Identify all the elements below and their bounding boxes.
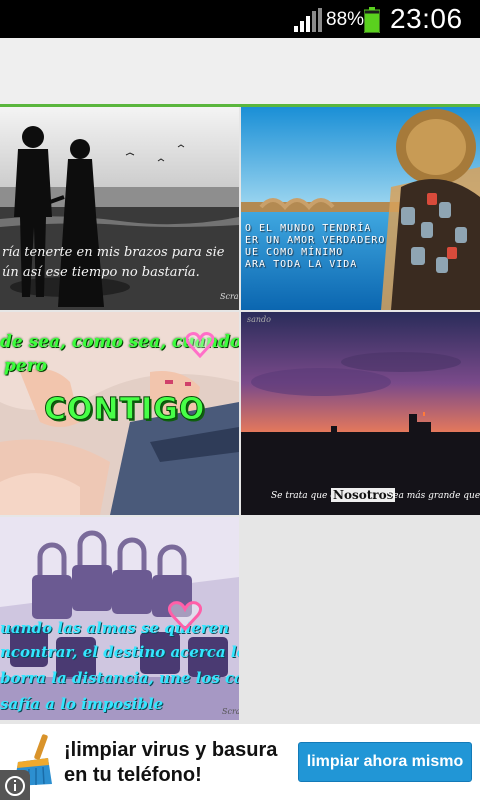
app-bar xyxy=(0,38,480,104)
battery-percent: 88% xyxy=(326,9,365,30)
tile-caption-highlight: Nosotros xyxy=(331,488,396,502)
tile-caption-line: safía a lo imposible xyxy=(0,695,164,713)
ad-headline-line: ¡limpiar virus y basura xyxy=(64,739,278,761)
gallery-tile[interactable]: O EL MUNDO TENDRÍA ER UN AMOR VERDADERO … xyxy=(241,107,480,310)
gallery-tile[interactable]: ría tenerte en mis brazos para sie ún as… xyxy=(0,107,239,310)
ad-banner[interactable]: ¡limpiar virus y basura en tu teléfono! … xyxy=(0,724,480,800)
status-bar: 88% 23:06 xyxy=(0,0,480,38)
battery-icon xyxy=(364,7,380,33)
image-grid: ría tenerte en mis brazos para sie ún as… xyxy=(0,107,480,720)
heart-icon xyxy=(168,601,202,631)
info-icon xyxy=(5,776,25,796)
tile-caption-line: pero xyxy=(4,356,47,376)
tile-caption-post: Sea más grande que el tú y xyxy=(387,491,480,501)
tile-caption-line: O EL MUNDO TENDRÍA xyxy=(245,223,372,234)
tile-caption-pre: Se trata que el xyxy=(271,491,339,501)
tile-caption-line: borra la distancia, une los caminos y xyxy=(0,669,239,687)
clean-now-button[interactable]: limpiar ahora mismo xyxy=(298,742,472,782)
tile-caption-line: ún así ese tiempo no bastaría. xyxy=(2,265,200,280)
gallery-tile[interactable]: de sea, como sea, cuando pero CONTIGO xyxy=(0,312,239,515)
tile-caption-line: ARA TODA LA VIDA xyxy=(245,259,358,270)
tile-signature: Scra xyxy=(222,707,239,716)
gallery-tile[interactable]: Se trata que el Nosotros Sea más grande … xyxy=(241,312,480,515)
tile-caption-line: UE COMO MÍNIMO xyxy=(245,247,344,258)
tile-signature: Scra xyxy=(220,292,239,301)
clock: 23:06 xyxy=(390,3,463,34)
sunset-skyline-image xyxy=(241,312,480,515)
heart-icon xyxy=(186,332,214,358)
ad-info-button[interactable] xyxy=(0,770,30,800)
tile-caption-line: ría tenerte en mis brazos para sie xyxy=(2,245,225,260)
tile-highlight-text: CONTIGO xyxy=(43,392,206,428)
tile-signature: sando xyxy=(247,315,271,324)
ad-headline: ¡limpiar virus y basura en tu teléfono! xyxy=(64,738,296,788)
ad-headline-line: en tu teléfono! xyxy=(64,764,202,786)
gallery-tile[interactable]: uando las almas se quieren ncontrar, el … xyxy=(0,517,239,720)
signal-icon xyxy=(294,8,322,32)
love-locks-river-image xyxy=(241,107,480,310)
tile-caption-line: ER UN AMOR VERDADERO xyxy=(245,235,386,246)
screen: 88% 23:06 ría tenerte en mis brazos para… xyxy=(0,0,480,800)
tile-caption-line: ncontrar, el destino acerca los mundo xyxy=(0,643,239,661)
